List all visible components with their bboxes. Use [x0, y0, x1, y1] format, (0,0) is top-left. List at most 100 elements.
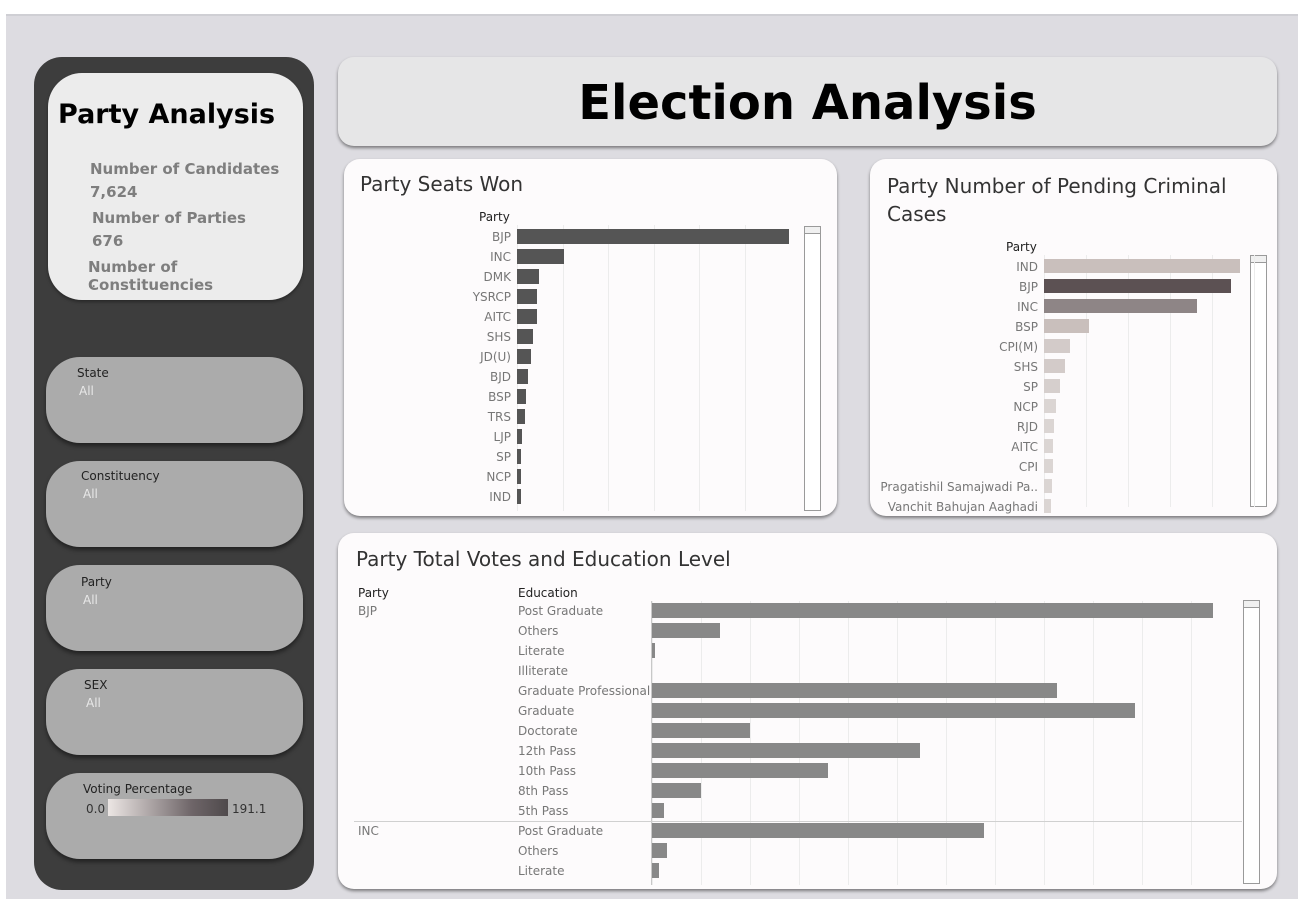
- criminal-scrollbar[interactable]: [1250, 255, 1267, 507]
- criminal-category-label: AITC: [1011, 440, 1038, 454]
- criminal-bar: [1044, 379, 1061, 393]
- votes-bar: [652, 803, 665, 818]
- votes-bar: [652, 703, 1135, 718]
- seats-bar: [517, 309, 537, 324]
- voting-percentage-max: 191.1: [232, 802, 267, 816]
- seats-bar: [517, 469, 522, 484]
- seats-bar: [517, 349, 532, 364]
- seats-category-label: TRS: [487, 410, 511, 424]
- votes-bar: [652, 823, 984, 838]
- seats-bar: [517, 329, 534, 344]
- criminal-bar: [1044, 399, 1057, 413]
- votes-scroll-thumb[interactable]: [1244, 601, 1259, 608]
- filter-state-value[interactable]: All: [79, 384, 94, 398]
- votes-education-panel: Party Total Votes and Education Level Pa…: [338, 533, 1277, 889]
- education-row-label: Post Graduate: [518, 824, 604, 838]
- voting-percentage-min: 0.0: [86, 802, 106, 816]
- votes-gridline: [1191, 601, 1192, 885]
- filter-sex-value[interactable]: All: [86, 696, 101, 710]
- filter-sex[interactable]: SEX All: [46, 669, 303, 755]
- seats-bar: [517, 249, 564, 264]
- filter-party[interactable]: Party All: [46, 565, 303, 651]
- seats-scroll-thumb[interactable]: [805, 227, 820, 234]
- education-column-header: Education: [518, 586, 578, 600]
- education-row-label: Post Graduate: [518, 604, 604, 618]
- kpi-candidates-label: Number of Candidates: [90, 160, 280, 178]
- education-row-label: 12th Pass: [518, 744, 576, 758]
- criminal-category-label: Pragatishil Samajwadi Pa..: [880, 480, 1038, 494]
- education-row-label: Graduate: [518, 704, 575, 718]
- seats-category-label: LJP: [493, 430, 511, 444]
- filter-constituency-label: Constituency: [81, 469, 160, 483]
- votes-scrollbar[interactable]: [1243, 600, 1260, 884]
- seats-won-panel: Party Seats Won Party BJP INC DMK YSRCP AITC…: [344, 159, 837, 516]
- criminal-category-label: SHS: [1013, 360, 1038, 374]
- seats-gridline: [653, 225, 655, 511]
- criminal-category-label: IND: [1016, 260, 1038, 274]
- criminal-bar: [1044, 479, 1053, 493]
- seats-gridline: [699, 225, 700, 511]
- education-row-label: Literate: [518, 644, 565, 658]
- education-row-label: Others: [518, 624, 559, 638]
- page-title: Election Analysis: [578, 75, 1037, 131]
- criminal-bar: [1044, 279, 1231, 293]
- criminal-category-label: RJD: [1016, 420, 1038, 434]
- criminal-category-label: CPI: [1018, 460, 1038, 474]
- criminal-gridline: [1254, 255, 1255, 507]
- seats-bar: [517, 489, 521, 504]
- criminal-category-label: SP: [1023, 380, 1038, 394]
- voting-percentage-legend[interactable]: Voting Percentage 0.0 191.1: [46, 773, 303, 859]
- criminal-bar: [1044, 319, 1090, 333]
- seats-category-label: NCP: [486, 470, 511, 484]
- seats-bar: [517, 289, 537, 304]
- criminal-cases-title-line2: Cases: [887, 202, 947, 226]
- seats-gridline: [744, 225, 746, 511]
- criminal-category-label: CPI(M): [999, 340, 1038, 354]
- seats-category-label: BJP: [491, 230, 511, 244]
- party-row-label: BJP: [358, 604, 378, 618]
- color-ramp: [108, 799, 228, 816]
- criminal-bar: [1044, 439, 1054, 453]
- education-row-label: Illiterate: [518, 664, 569, 678]
- party-row-label: INC: [358, 824, 379, 838]
- votes-group-divider: [354, 821, 1242, 822]
- votes-bar: [652, 643, 655, 658]
- seats-gridline: [608, 225, 609, 511]
- criminal-category-label: NCP: [1013, 400, 1038, 414]
- criminal-bar: [1044, 419, 1055, 433]
- criminal-category-label: Vanchit Bahujan Aaghadi: [887, 500, 1038, 514]
- kpi-constituencies-label: Number of Constituencies: [88, 258, 214, 294]
- seats-bar: [517, 269, 539, 284]
- seats-bar: [517, 449, 522, 464]
- seats-scrollbar[interactable]: [804, 226, 821, 511]
- criminal-cases-panel: Party Number of Pending Criminal Cases P…: [870, 159, 1277, 516]
- kpi-candidates-value: 7,624: [90, 183, 138, 201]
- filter-party-value[interactable]: All: [83, 593, 98, 607]
- seats-bar: [517, 229, 789, 244]
- votes-gridline: [1044, 601, 1045, 885]
- votes-bar: [652, 783, 701, 798]
- education-row-label: 10th Pass: [518, 764, 576, 778]
- seats-category-label: DMK: [483, 270, 511, 284]
- votes-bar: [652, 603, 1213, 618]
- criminal-bar: [1044, 499, 1052, 513]
- party-column-header: Party: [358, 586, 389, 600]
- seats-bar: [517, 409, 526, 424]
- voting-percentage-label: Voting Percentage: [83, 782, 193, 796]
- kpi-constituencies-value: ..: [88, 279, 96, 290]
- filter-state[interactable]: State All: [46, 357, 303, 443]
- seats-category-label: IND: [489, 490, 511, 504]
- criminal-axis-header: Party: [1006, 240, 1037, 254]
- seats-category-label: INC: [490, 250, 511, 264]
- education-row-label: Graduate Professional: [518, 684, 651, 698]
- filter-constituency[interactable]: Constituency All: [46, 461, 303, 547]
- filter-party-label: Party: [81, 575, 112, 589]
- kpi-card: Party Analysis Number of Candidates 7,62…: [48, 73, 303, 300]
- votes-gridline: [1142, 601, 1143, 885]
- filter-constituency-value[interactable]: All: [83, 487, 98, 501]
- filter-state-label: State: [77, 366, 109, 380]
- criminal-category-label: INC: [1017, 300, 1038, 314]
- seats-category-label: SHS: [486, 330, 511, 344]
- criminal-bar: [1044, 339, 1071, 353]
- seats-bar: [517, 369, 528, 384]
